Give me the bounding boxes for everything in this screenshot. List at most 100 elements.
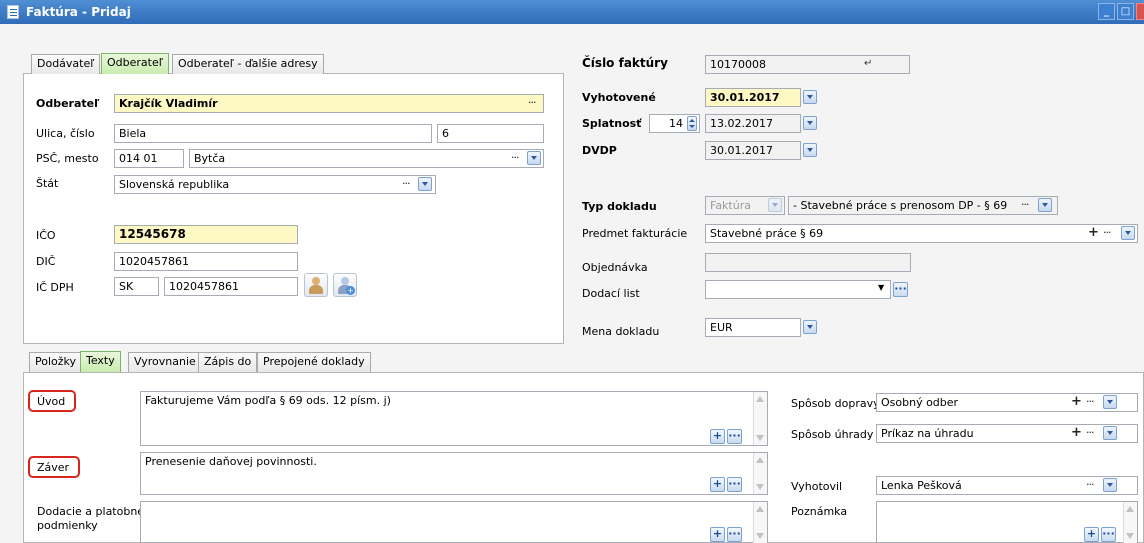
uvod-scrollbar[interactable] [753, 392, 767, 445]
city-field[interactable]: Bytča [189, 149, 544, 168]
vyhotovene-label: Vyhotovené [582, 91, 656, 104]
vyhotovene-calendar-icon[interactable] [803, 90, 817, 104]
partner-panel [23, 73, 564, 344]
ico-field[interactable]: 12545678 [114, 225, 298, 244]
predmet-add-button[interactable]: + [1088, 226, 1099, 239]
doprava-field[interactable]: Osobný odber [876, 393, 1138, 412]
cislo-faktury-field[interactable]: 10170008 [705, 55, 910, 74]
country-field[interactable]: Slovenská republika [114, 175, 436, 194]
dvdp-calendar-icon[interactable] [803, 143, 817, 157]
splatnost-calendar-icon[interactable] [803, 116, 817, 130]
street-field[interactable]: Biela [114, 124, 432, 143]
typ-detail-browse-button[interactable]: ··· [1021, 198, 1029, 211]
minimize-button[interactable]: _ [1098, 3, 1115, 20]
objednavka-field[interactable] [705, 253, 911, 272]
odberatel-browse-button[interactable]: ··· [528, 96, 536, 109]
doprava-browse-button[interactable]: ··· [1086, 395, 1094, 408]
splatnost-days-stepper[interactable] [687, 116, 697, 131]
zaver-textarea[interactable]: Prenesenie daňovej povinnosti. [140, 452, 768, 495]
typ-detail-dropdown-icon[interactable] [1038, 198, 1052, 212]
typ-detail-field[interactable]: - Stavebné práce s prenosom DP - § 69 [788, 196, 1058, 215]
poznamka-scrollbar[interactable] [1123, 502, 1137, 543]
dic-field[interactable]: 1020457861 [114, 252, 298, 271]
add-person-button[interactable]: + [333, 273, 357, 297]
uhrada-browse-button[interactable]: ··· [1086, 426, 1094, 439]
typ-dokladu-dropdown-icon [768, 198, 782, 212]
person-icon [312, 277, 320, 285]
tab-odberatel-adresy[interactable]: Odberateľ - ďalšie adresy [172, 54, 324, 74]
odberatel-name-field[interactable]: Krajčík Vladimír [114, 94, 544, 113]
icdph-field[interactable]: 1020457861 [164, 277, 298, 296]
vyhotovil-dropdown-icon[interactable] [1103, 478, 1117, 492]
lookup-person-button[interactable] [304, 273, 328, 297]
objednavka-label: Objednávka [582, 261, 648, 274]
mena-field[interactable]: EUR [705, 318, 801, 337]
doprava-dropdown-icon[interactable] [1103, 395, 1117, 409]
poznamka-add-button[interactable]: + [1084, 527, 1099, 542]
splatnost-label: Splatnosť [582, 117, 642, 130]
dodacie-browse-button[interactable]: ··· [727, 527, 742, 542]
doprava-add-button[interactable]: + [1071, 395, 1082, 408]
zaver-scrollbar[interactable] [753, 453, 767, 494]
mena-dropdown-icon[interactable] [803, 320, 817, 334]
mena-label: Mena dokladu [582, 325, 660, 338]
city-dropdown-icon[interactable] [527, 151, 541, 165]
predmet-label: Predmet fakturácie [582, 227, 688, 240]
zaver-add-button[interactable]: + [710, 477, 725, 492]
zip-field[interactable]: 014 01 [114, 149, 184, 168]
predmet-browse-button[interactable]: ··· [1103, 226, 1111, 239]
uhrada-add-button[interactable]: + [1071, 426, 1082, 439]
window-titlebar: Faktúra - Pridaj _ □ [0, 0, 1144, 24]
plus-badge-icon: + [346, 286, 355, 295]
ico-label: IČO [36, 229, 56, 242]
tab-zapis-do[interactable]: Zápis do [198, 352, 258, 372]
dodacie-scrollbar[interactable] [753, 502, 767, 543]
zaver-label: Záver [37, 461, 70, 474]
dvdp-label: DVDP [582, 144, 617, 157]
window-title: Faktúra - Pridaj [26, 5, 131, 19]
splatnost-field[interactable]: 13.02.2017 [705, 114, 801, 133]
uhrada-field[interactable]: Príkaz na úhradu [876, 424, 1138, 443]
close-button[interactable] [1136, 3, 1144, 20]
tab-vyrovnanie[interactable]: Vyrovnanie [128, 352, 202, 372]
vyhotovil-label: Vyhotovil [791, 480, 843, 493]
vyhotovene-field[interactable]: 30.01.2017 [705, 88, 801, 107]
icdph-prefix-field[interactable]: SK [114, 277, 159, 296]
poznamka-label: Poznámka [791, 505, 848, 518]
dvdp-field[interactable]: 30.01.2017 [705, 141, 801, 160]
city-browse-button[interactable]: ··· [511, 151, 519, 164]
uhrada-label: Spôsob úhrady [791, 428, 874, 441]
dodaci-list-browse-button[interactable]: ··· [893, 282, 908, 297]
document-icon [7, 5, 19, 19]
tab-odberatel[interactable]: Odberateľ [101, 53, 169, 74]
tab-prepojene-doklady[interactable]: Prepojené doklady [257, 352, 371, 372]
country-browse-button[interactable]: ··· [402, 177, 410, 190]
maximize-button[interactable]: □ [1117, 3, 1134, 20]
dodacie-add-button[interactable]: + [710, 527, 725, 542]
dodaci-list-field[interactable] [705, 280, 891, 299]
uvod-add-button[interactable]: + [710, 429, 725, 444]
vyhotovil-browse-button[interactable]: ··· [1086, 478, 1094, 491]
tab-polozky[interactable]: Položky [29, 352, 83, 372]
predmet-dropdown-icon[interactable] [1121, 226, 1135, 240]
refresh-number-icon[interactable]: ↵ [864, 58, 872, 69]
dodacie-label-line2: podmienky [37, 519, 98, 532]
icdph-label: IČ DPH [36, 281, 74, 294]
predmet-field[interactable]: Stavebné práce § 69 [705, 224, 1138, 243]
country-dropdown-icon[interactable] [418, 177, 432, 191]
zaver-browse-button[interactable]: ··· [727, 477, 742, 492]
tab-dodavatel[interactable]: Dodávateľ [31, 54, 101, 74]
dodacie-label-line1: Dodacie a platobné [37, 505, 145, 518]
dodaci-list-dropdown-icon[interactable]: ▼ [878, 283, 884, 292]
country-label: Štát [36, 177, 59, 190]
dodacie-textarea[interactable] [140, 501, 768, 543]
uvod-browse-button[interactable]: ··· [727, 429, 742, 444]
tab-texty[interactable]: Texty [80, 351, 121, 372]
person-add-icon [341, 277, 349, 285]
doprava-label: Spôsob dopravy [791, 397, 880, 410]
uvod-textarea[interactable]: Fakturujeme Vám podľa § 69 ods. 12 písm.… [140, 391, 768, 446]
vyhotovil-field[interactable]: Lenka Pešková [876, 476, 1138, 495]
uhrada-dropdown-icon[interactable] [1103, 426, 1117, 440]
street-number-field[interactable]: 6 [437, 124, 544, 143]
poznamka-browse-button[interactable]: ··· [1101, 527, 1116, 542]
